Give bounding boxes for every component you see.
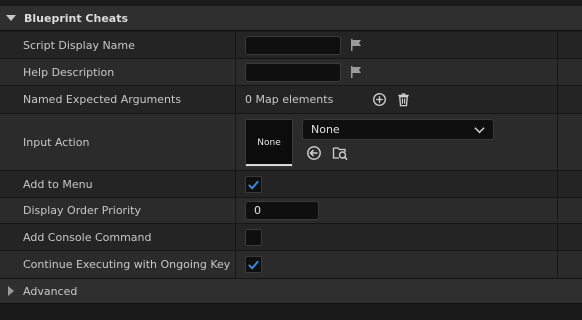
row-label: Help Description [23, 65, 115, 79]
blueprint-cheats-header[interactable]: Blueprint Cheats [0, 6, 582, 31]
row-input-action: Input Action None None [0, 114, 582, 171]
section-title: Blueprint Cheats [24, 11, 129, 25]
row-display-order-priority: Display Order Priority 0 [0, 198, 582, 224]
row-label: Add to Menu [23, 177, 93, 191]
caret-down-icon [6, 15, 16, 21]
row-label: Continue Executing with Ongoing Key Pr..… [23, 258, 231, 271]
thumbnail-label: None [257, 138, 281, 148]
row-label: Named Expected Arguments [23, 93, 182, 106]
chevron-down-icon [474, 126, 485, 133]
browse-asset-icon[interactable] [332, 145, 348, 161]
checkmark-icon [248, 260, 259, 270]
details-panel: Blueprint Cheats Script Display Name Hel… [0, 0, 582, 320]
row-help-description: Help Description [0, 59, 582, 86]
add-to-menu-checkbox[interactable] [245, 175, 262, 193]
help-description-input[interactable] [245, 62, 341, 82]
display-order-priority-input[interactable]: 0 [245, 201, 319, 220]
row-continue-executing: Continue Executing with Ongoing Key Pr..… [0, 251, 582, 279]
row-label: Script Display Name [23, 38, 135, 52]
row-script-display-name: Script Display Name [0, 32, 582, 59]
row-label: Display Order Priority [23, 204, 141, 217]
asset-thumbnail[interactable]: None [245, 119, 293, 167]
checkmark-icon [248, 180, 259, 190]
row-add-console-command: Add Console Command [0, 224, 582, 251]
row-named-expected-arguments: Named Expected Arguments 0 Map elements [0, 86, 582, 114]
row-label: Input Action [23, 135, 90, 149]
script-display-name-input[interactable] [245, 35, 341, 55]
row-label: Add Console Command [23, 230, 152, 244]
continue-executing-checkbox[interactable] [245, 256, 262, 273]
caret-right-icon [8, 286, 14, 296]
map-elements-count: 0 Map elements [245, 93, 334, 106]
advanced-section-toggle[interactable]: Advanced [0, 279, 582, 304]
add-element-icon[interactable] [371, 92, 387, 108]
advanced-label: Advanced [23, 284, 78, 298]
localization-flag-icon[interactable] [349, 38, 363, 52]
trash-icon[interactable] [395, 92, 411, 108]
input-action-dropdown[interactable]: None [302, 119, 494, 140]
row-add-to-menu: Add to Menu [0, 171, 582, 198]
dropdown-selected-value: None [311, 123, 340, 136]
localization-flag-icon[interactable] [349, 65, 363, 79]
use-selected-asset-icon[interactable] [306, 145, 322, 161]
add-console-command-checkbox[interactable] [245, 228, 262, 246]
